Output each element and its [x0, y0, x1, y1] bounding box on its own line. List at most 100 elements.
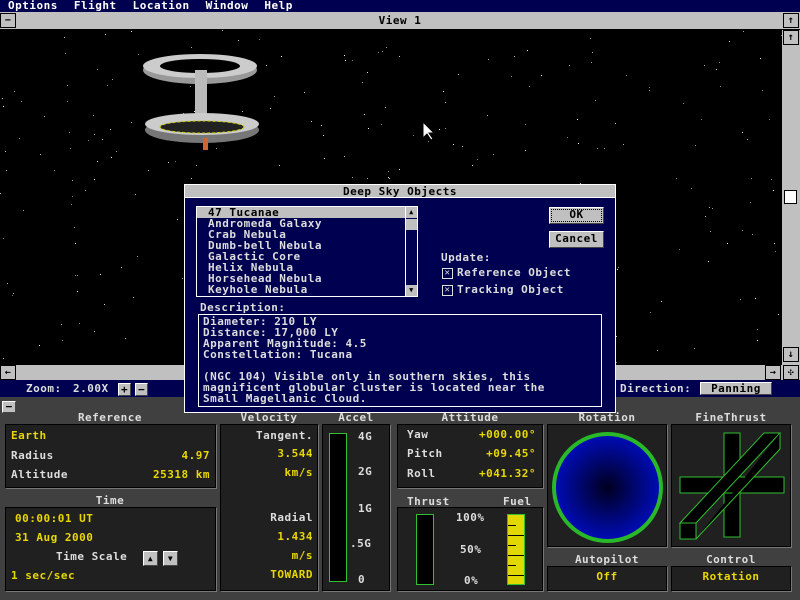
- star: [19, 138, 20, 139]
- menu-flight[interactable]: Flight: [74, 0, 117, 12]
- rotation-panel[interactable]: [547, 424, 667, 547]
- menu-options[interactable]: Options: [8, 0, 58, 12]
- resize-icon[interactable]: ✣: [783, 365, 799, 380]
- fuel-gauge: [507, 514, 525, 585]
- star: [742, 230, 743, 231]
- star: [712, 208, 713, 209]
- star: [3, 106, 4, 107]
- star: [345, 60, 346, 61]
- cancel-button[interactable]: Cancel: [549, 231, 604, 248]
- scroll-right-icon[interactable]: →: [765, 365, 781, 380]
- description-label: Description:: [200, 301, 286, 314]
- scroll-up-icon[interactable]: ↑: [783, 30, 799, 45]
- time-scale-label: Time Scale: [56, 550, 128, 563]
- direction-button[interactable]: Panning: [700, 382, 772, 395]
- star: [111, 157, 112, 158]
- autopilot-header: Autopilot: [574, 553, 640, 566]
- star: [740, 299, 741, 300]
- star: [709, 207, 710, 208]
- dialog-title: Deep Sky Objects: [185, 185, 615, 198]
- zoom-out-button[interactable]: −: [135, 383, 148, 396]
- scroll-left-icon[interactable]: ←: [0, 365, 16, 380]
- star: [527, 50, 528, 51]
- list-item[interactable]: Keyhole Nebula: [197, 284, 405, 295]
- star: [399, 169, 400, 170]
- scroll-down-icon[interactable]: ↓: [783, 347, 799, 362]
- star: [399, 56, 400, 57]
- object-list[interactable]: 47 Tucanae Andromeda Galaxy Crab Nebula Dum…: [196, 206, 418, 297]
- star: [61, 324, 62, 325]
- scroll-thumb[interactable]: [784, 190, 797, 204]
- star: [110, 129, 111, 130]
- star: [222, 30, 223, 31]
- menu-help[interactable]: Help: [264, 0, 293, 12]
- star: [778, 314, 779, 315]
- star: [529, 86, 530, 87]
- thrust-panel[interactable]: 100% 50% 0%: [397, 507, 543, 591]
- star: [40, 154, 41, 155]
- star: [773, 190, 774, 191]
- star: [514, 56, 515, 57]
- star: [168, 162, 169, 163]
- list-scroll-thumb[interactable]: [406, 219, 417, 230]
- star: [238, 40, 239, 41]
- reference-panel[interactable]: Earth Radius 4.97 Altitude 25318 km: [5, 424, 216, 488]
- list-scroll-up-icon[interactable]: ▲: [406, 207, 417, 218]
- star: [615, 123, 616, 124]
- view-close-button[interactable]: −: [0, 13, 16, 28]
- star: [458, 74, 459, 75]
- star: [194, 111, 195, 112]
- star: [679, 249, 680, 250]
- finethrust-axes-icon[interactable]: [672, 425, 792, 548]
- star: [72, 196, 73, 197]
- altitude-value: 25318 km: [153, 468, 210, 481]
- time-header: Time: [95, 494, 125, 507]
- star: [364, 114, 365, 115]
- vertical-scrollbar[interactable]: ↑ ↓: [782, 30, 800, 365]
- time-date: 31 Aug 2000: [15, 531, 94, 544]
- star: [771, 179, 772, 180]
- star: [6, 170, 7, 171]
- star: [13, 293, 14, 294]
- list-scroll-down-icon[interactable]: ▼: [406, 285, 417, 296]
- control-value: Rotation: [702, 570, 760, 583]
- roll-value: +041.32°: [479, 467, 536, 480]
- star: [591, 62, 592, 63]
- zoom-in-button[interactable]: +: [118, 383, 131, 396]
- star: [757, 329, 758, 330]
- reference-object-checkbox[interactable]: ✕ Reference Object: [442, 266, 571, 279]
- finethrust-panel[interactable]: [671, 424, 791, 547]
- star: [175, 161, 176, 162]
- view-maximize-button[interactable]: ↑: [783, 13, 799, 28]
- mouse-cursor-icon: [422, 120, 436, 141]
- fuel-tick: [508, 555, 524, 556]
- ok-button[interactable]: OK: [549, 207, 604, 224]
- star: [79, 323, 80, 324]
- control-button[interactable]: Rotation: [671, 566, 791, 591]
- time-scale-down-icon[interactable]: ▼: [163, 551, 178, 566]
- autopilot-button[interactable]: Off: [547, 566, 667, 591]
- time-scale-up-icon[interactable]: ▲: [143, 551, 158, 566]
- star: [657, 350, 658, 351]
- tracking-object-checkbox[interactable]: ✕ Tracking Object: [442, 283, 564, 296]
- list-scrollbar[interactable]: ▲ ▼: [405, 207, 417, 296]
- menu-window[interactable]: Window: [206, 0, 249, 12]
- tangent-value: 3.544: [277, 447, 313, 460]
- description-text: Diameter: 210 LY Distance: 17,000 LY App…: [198, 314, 602, 407]
- star: [616, 336, 617, 337]
- star: [125, 338, 126, 339]
- star: [138, 54, 139, 55]
- fuel-tick: [508, 565, 516, 566]
- star: [116, 151, 117, 152]
- star: [274, 96, 275, 97]
- roll-label: Roll: [407, 467, 436, 480]
- menu-location[interactable]: Location: [133, 0, 190, 12]
- star: [695, 145, 696, 146]
- menu-bar: Options Flight Location Window Help: [0, 0, 800, 12]
- checkbox-checked-icon: ✕: [442, 284, 453, 296]
- reference-object-label: Reference Object: [457, 266, 571, 279]
- thrust-gauge[interactable]: [416, 514, 434, 585]
- rotation-ball[interactable]: [552, 432, 663, 543]
- pitch-value: +09.45°: [486, 447, 536, 460]
- star: [93, 115, 94, 116]
